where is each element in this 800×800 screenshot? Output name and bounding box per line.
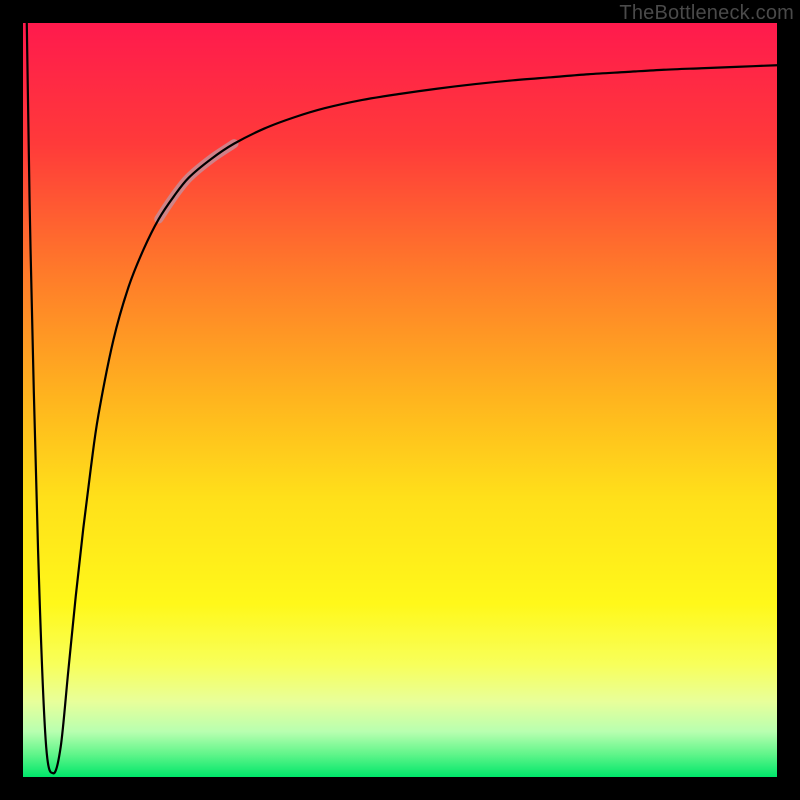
gradient-background xyxy=(23,23,777,777)
plot-svg xyxy=(23,23,777,777)
watermark-text: TheBottleneck.com xyxy=(619,2,794,25)
plot-area xyxy=(23,23,777,777)
chart-frame: TheBottleneck.com xyxy=(0,0,800,800)
